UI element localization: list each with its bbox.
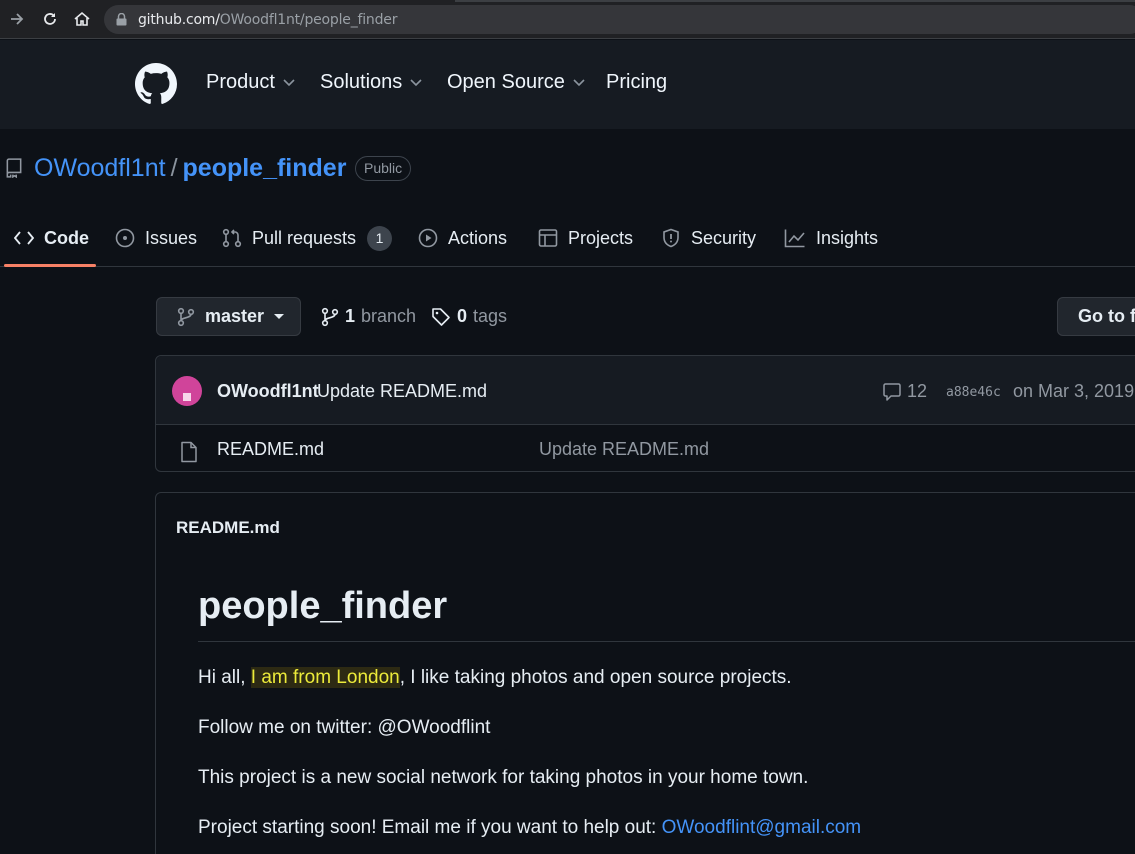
visibility-badge: Public bbox=[355, 156, 412, 181]
pull-request-icon bbox=[222, 228, 242, 248]
url-host: github.com/ bbox=[138, 12, 220, 28]
repo-name-link[interactable]: people_finder bbox=[183, 154, 347, 183]
repo-icon bbox=[5, 158, 23, 183]
email-link[interactable]: OWoodflint@gmail.com bbox=[662, 817, 862, 838]
tab-code-label: Code bbox=[44, 227, 89, 248]
github-header: Product Solutions Open Source Pricing bbox=[0, 40, 1135, 129]
tab-issues[interactable]: Issues bbox=[115, 225, 197, 251]
branch-select-button[interactable]: master bbox=[156, 297, 301, 336]
repo-title: OWoodfl1nt / people_finder bbox=[34, 154, 346, 183]
git-branch-icon bbox=[177, 307, 195, 326]
commit-date: on Mar 3, 2019 bbox=[1013, 381, 1135, 401]
chevron-down-icon bbox=[410, 78, 422, 87]
tab-projects-label: Projects bbox=[568, 227, 634, 248]
chevron-down-icon bbox=[283, 78, 295, 87]
tab-insights[interactable]: Insights bbox=[784, 225, 878, 251]
caret-down-icon bbox=[274, 314, 285, 319]
tab-insights-label: Insights bbox=[816, 227, 879, 248]
branches-link[interactable]: 1 branch bbox=[321, 306, 416, 327]
address-bar[interactable]: github.com/OWoodfl1nt/people_finder bbox=[104, 5, 1135, 34]
forward-icon[interactable] bbox=[7, 9, 27, 29]
url-path: OWoodfl1nt/people_finder bbox=[219, 12, 398, 28]
tab-projects[interactable]: Projects bbox=[538, 225, 633, 251]
comment-icon bbox=[883, 382, 901, 401]
play-icon bbox=[418, 228, 438, 248]
reload-icon[interactable] bbox=[40, 9, 60, 29]
tab-security[interactable]: Security bbox=[661, 225, 756, 251]
readme-paragraph-intro: Hi all, I am from London, I like taking … bbox=[198, 667, 792, 689]
nav-product[interactable]: Product bbox=[206, 71, 295, 94]
readme-paragraph-contact: Project starting soon! Email me if you w… bbox=[198, 817, 861, 839]
tab-issues-label: Issues bbox=[145, 227, 198, 248]
tab-pull-requests-label: Pull requests bbox=[252, 227, 357, 248]
readme-panel: README.md people_finder Hi all, I am fro… bbox=[155, 492, 1135, 854]
tab-pull-requests[interactable]: Pull requests 1 bbox=[222, 225, 393, 251]
nav-solutions[interactable]: Solutions bbox=[320, 71, 422, 94]
nav-pricing-label: Pricing bbox=[606, 71, 668, 93]
url-text[interactable]: github.com/OWoodfl1nt/people_finder bbox=[138, 12, 397, 28]
readme-paragraph-project: This project is a new social network for… bbox=[198, 767, 809, 788]
tabs-divider bbox=[0, 266, 1135, 267]
readme-heading-rule bbox=[198, 641, 1135, 642]
graph-icon bbox=[784, 229, 805, 248]
tab-actions[interactable]: Actions bbox=[418, 225, 507, 251]
chevron-down-icon bbox=[573, 78, 585, 87]
tab-code[interactable]: Code bbox=[14, 225, 89, 251]
github-logo-icon[interactable] bbox=[135, 63, 177, 105]
table-icon bbox=[538, 229, 558, 247]
browser-toolbar: github.com/OWoodfl1nt/people_finder bbox=[0, 0, 1135, 39]
readme-file-label[interactable]: README.md bbox=[176, 518, 280, 538]
avatar[interactable] bbox=[172, 376, 202, 406]
file-name-link[interactable]: README.md bbox=[217, 439, 324, 460]
tab-security-label: Security bbox=[691, 227, 757, 248]
home-icon[interactable] bbox=[72, 9, 92, 29]
tag-icon bbox=[432, 307, 450, 326]
tags-link[interactable]: 0 tags bbox=[431, 306, 507, 327]
contact-text: Project starting soon! Email me if you w… bbox=[198, 817, 662, 838]
nav-product-label: Product bbox=[206, 71, 275, 93]
branch-count: 1 bbox=[345, 306, 356, 326]
nav-open-source[interactable]: Open Source bbox=[447, 71, 585, 94]
file-browser: OWoodfl1nt Update README.md 12 a88e46c o… bbox=[155, 355, 1135, 472]
commit-sha-link[interactable]: a88e46c bbox=[946, 385, 1001, 400]
tag-count: 0 bbox=[457, 306, 468, 326]
intro-text-start: Hi all, bbox=[198, 667, 251, 688]
go-to-file-button[interactable]: Go to file bbox=[1057, 297, 1135, 336]
commit-comments-link[interactable]: 12 bbox=[882, 381, 927, 402]
readme-paragraph-twitter: Follow me on twitter: @OWoodflint bbox=[198, 717, 491, 738]
shield-icon bbox=[663, 228, 679, 248]
file-icon bbox=[180, 441, 198, 468]
branch-count-label: branch bbox=[361, 306, 417, 326]
repo-owner-link[interactable]: OWoodfl1nt bbox=[34, 154, 166, 183]
intro-text-end: , I like taking photos and open source p… bbox=[399, 667, 792, 688]
pull-request-count-badge: 1 bbox=[367, 225, 393, 251]
file-commit-message-link[interactable]: Update README.md bbox=[539, 439, 709, 460]
nav-open-source-label: Open Source bbox=[447, 71, 565, 93]
active-tab-indicator bbox=[4, 264, 96, 267]
nav-solutions-label: Solutions bbox=[320, 71, 403, 93]
issue-icon bbox=[115, 228, 135, 248]
latest-commit-bar: OWoodfl1nt Update README.md 12 a88e46c o… bbox=[156, 356, 1135, 425]
readme-heading: people_finder bbox=[198, 585, 448, 627]
tab-actions-label: Actions bbox=[448, 227, 508, 248]
branch-name: master bbox=[205, 306, 265, 326]
git-branch-icon bbox=[321, 307, 339, 326]
code-icon bbox=[14, 231, 34, 245]
commit-author-link[interactable]: OWoodfl1nt bbox=[217, 381, 319, 402]
lock-icon[interactable] bbox=[116, 12, 127, 31]
commit-message-link[interactable]: Update README.md bbox=[317, 381, 487, 402]
highlighted-location-text: I am from London bbox=[250, 667, 400, 688]
tag-count-label: tags bbox=[473, 306, 508, 326]
nav-pricing[interactable]: Pricing bbox=[606, 71, 667, 94]
comment-count: 12 bbox=[907, 381, 928, 401]
repo-separator: / bbox=[170, 154, 178, 182]
tab-strip-edge bbox=[455, 0, 1135, 2]
